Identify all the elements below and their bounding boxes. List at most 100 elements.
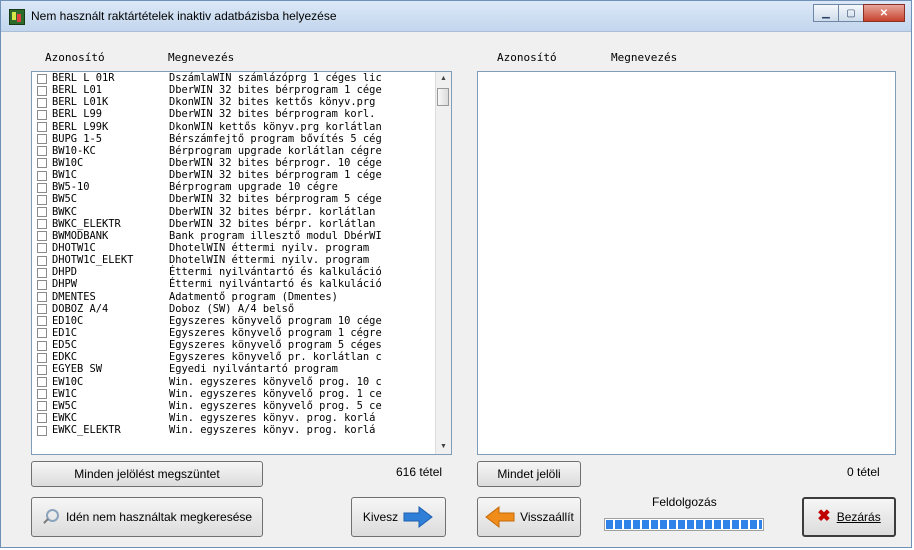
list-item[interactable]: BW10C DberWIN 32 bites bérprogr. 10 cége (32, 157, 436, 169)
title-bar[interactable]: Nem használt raktártételek inaktiv adatb… (1, 1, 911, 32)
list-item[interactable]: DHPW Éttermi nyilvántartó és kalkuláció (32, 278, 436, 290)
left-list-scrollbar[interactable]: ▲ ▼ (435, 72, 451, 454)
item-name: Win. egyszeres könyv. prog. korlá (169, 411, 376, 424)
arrow-right-icon (403, 505, 433, 529)
item-checkbox[interactable] (37, 340, 47, 351)
available-items-rows: BERL L 01R DszámlaWIN számlázóprg 1 céges… (32, 72, 436, 436)
item-code: EWKC (52, 411, 78, 424)
list-item[interactable]: BERL L99 DberWIN 32 bites bérprogram korl… (32, 108, 436, 120)
item-checkbox[interactable] (37, 97, 47, 108)
item-checkbox[interactable] (37, 413, 47, 424)
maximize-button[interactable]: ▢ (838, 4, 864, 22)
item-checkbox[interactable] (37, 352, 47, 363)
search-unused-button[interactable]: Idén nem használtak megkeresése (31, 497, 263, 537)
clear-all-button[interactable]: Minden jelölést megszüntet (31, 461, 263, 487)
item-name: DkonWIN 32 bites kettős könyv.prg (169, 96, 376, 109)
item-name: Egyszeres könyvelő program 1 cégre (169, 326, 382, 339)
item-name: Win. egyszeres könyvelő prog. 5 ce (169, 399, 382, 412)
item-name: Win. egyszeres könyvelő prog. 10 c (169, 375, 382, 388)
item-checkbox[interactable] (37, 316, 47, 327)
list-item[interactable]: BW5C DberWIN 32 bites bérprogram 5 cége (32, 193, 436, 205)
scroll-down-icon[interactable]: ▼ (436, 440, 451, 454)
item-checkbox[interactable] (37, 170, 47, 181)
list-item[interactable]: DMENTES Adatmentő program (Dmentes) (32, 291, 436, 303)
item-checkbox[interactable] (37, 328, 47, 339)
selected-items-list[interactable] (477, 71, 896, 455)
list-item[interactable]: DHPD Éttermi nyilvántartó és kalkuláció (32, 266, 436, 278)
item-checkbox[interactable] (37, 158, 47, 169)
item-checkbox[interactable] (37, 219, 47, 230)
available-items-list[interactable]: BERL L 01R DszámlaWIN számlázóprg 1 céges… (31, 71, 452, 455)
list-item[interactable]: BERL L 01R DszámlaWIN számlázóprg 1 céges… (32, 72, 436, 84)
list-item[interactable]: EW5C Win. egyszeres könyvelő prog. 5 ce (32, 400, 436, 412)
scroll-up-icon[interactable]: ▲ (436, 72, 451, 86)
item-name: Bérprogram upgrade korlátlan cégre (169, 144, 382, 157)
list-item[interactable]: ED10C Egyszeres könyvelő program 10 cége (32, 315, 436, 327)
item-checkbox[interactable] (37, 231, 47, 242)
main-window: Nem használt raktártételek inaktiv adatb… (0, 0, 912, 548)
list-item[interactable]: BERL L99K DkonWIN kettős könyv.prg korlát… (32, 121, 436, 133)
item-checkbox[interactable] (37, 304, 47, 315)
item-checkbox[interactable] (37, 377, 47, 388)
item-checkbox[interactable] (37, 292, 47, 303)
item-checkbox[interactable] (37, 255, 47, 266)
restore-button[interactable]: Visszaállít (477, 497, 581, 537)
list-item[interactable]: BW1C DberWIN 32 bites bérprogram 1 cége (32, 169, 436, 181)
list-item[interactable]: EW10C Win. egyszeres könyvelő prog. 10 c (32, 376, 436, 388)
item-checkbox[interactable] (37, 134, 47, 145)
item-checkbox[interactable] (37, 279, 47, 290)
item-name: DhotelWIN éttermi nyilv. program (169, 241, 370, 254)
select-all-button[interactable]: Mindet jelöli (477, 461, 581, 487)
list-item[interactable]: EW1C Win. egyszeres könyvelő prog. 1 ce (32, 388, 436, 400)
item-checkbox[interactable] (37, 109, 47, 120)
list-item[interactable]: EWKC_ELEKTR Win. egyszeres könyv. prog. k… (32, 424, 436, 436)
item-checkbox[interactable] (37, 194, 47, 205)
list-item[interactable]: ED5C Egyszeres könyvelő program 5 céges (32, 339, 436, 351)
item-code: BW10C (52, 156, 84, 169)
close-label: Bezárás (836, 510, 881, 524)
scroll-thumb[interactable] (437, 88, 449, 106)
progress-label: Feldolgozás (652, 495, 717, 509)
item-checkbox[interactable] (37, 401, 47, 412)
item-code: DOBOZ A/4 (52, 302, 109, 315)
minimize-button[interactable]: ▁ (813, 4, 839, 22)
item-code: ED1C (52, 326, 78, 339)
item-checkbox[interactable] (37, 389, 47, 400)
list-item[interactable]: EDKC Egyszeres könyvelő pr. korlátlan c (32, 351, 436, 363)
item-code: EW5C (52, 399, 78, 412)
item-checkbox[interactable] (37, 267, 47, 278)
item-checkbox[interactable] (37, 425, 47, 436)
item-name: Bank program illesztő modul DbérWI (169, 229, 382, 242)
list-item[interactable]: BWMODBANK Bank program illesztő modul Dbé… (32, 230, 436, 242)
list-item[interactable]: ED1C Egyszeres könyvelő program 1 cégre (32, 327, 436, 339)
list-item[interactable]: EWKC Win. egyszeres könyv. prog. korlá (32, 412, 436, 424)
list-item[interactable]: BW10-KC Bérprogram upgrade korlátlan cégr… (32, 145, 436, 157)
list-item[interactable]: BWKC_ELEKTR DberWIN 32 bites bérpr. korlá… (32, 218, 436, 230)
item-name: DberWIN 32 bites bérpr. korlátlan (169, 217, 376, 230)
list-item[interactable]: BERL L01K DkonWIN 32 bites kettős könyv.p… (32, 96, 436, 108)
export-button[interactable]: Kivesz (351, 497, 446, 537)
close-button[interactable]: ✖ Bezárás (802, 497, 896, 537)
close-window-button[interactable]: ✕ (863, 4, 905, 22)
list-item[interactable]: BWKC DberWIN 32 bites bérpr. korlátlan (32, 206, 436, 218)
item-checkbox[interactable] (37, 182, 47, 193)
list-item[interactable]: BERL L01 DberWIN 32 bites bérprogram 1 cé… (32, 84, 436, 96)
item-checkbox[interactable] (37, 207, 47, 218)
item-name: DberWIN 32 bites bérprogram 5 cége (169, 193, 382, 206)
item-checkbox[interactable] (37, 364, 47, 375)
item-checkbox[interactable] (37, 85, 47, 96)
select-all-label: Mindet jelöli (497, 467, 561, 481)
item-checkbox[interactable] (37, 73, 47, 84)
list-item[interactable]: DOBOZ A/4 Doboz (SW) A/4 belső (32, 303, 436, 315)
close-x-icon: ✖ (817, 508, 831, 525)
list-item[interactable]: EGYEB SW Egyedi nyilvántartó program (32, 363, 436, 375)
item-checkbox[interactable] (37, 122, 47, 133)
list-item[interactable]: BUPG 1-5 Bérszámfejtő program bővítés 5 c… (32, 133, 436, 145)
list-item[interactable]: DHOTW1C DhotelWIN éttermi nyilv. program (32, 242, 436, 254)
item-checkbox[interactable] (37, 243, 47, 254)
item-checkbox[interactable] (37, 146, 47, 157)
right-item-count: 0 tétel (847, 465, 880, 479)
item-code: ED10C (52, 314, 84, 327)
list-item[interactable]: BW5-10 Bérprogram upgrade 10 cégre (32, 181, 436, 193)
list-item[interactable]: DHOTW1C_ELEKT DhotelWIN éttermi nyilv. pr… (32, 254, 436, 266)
